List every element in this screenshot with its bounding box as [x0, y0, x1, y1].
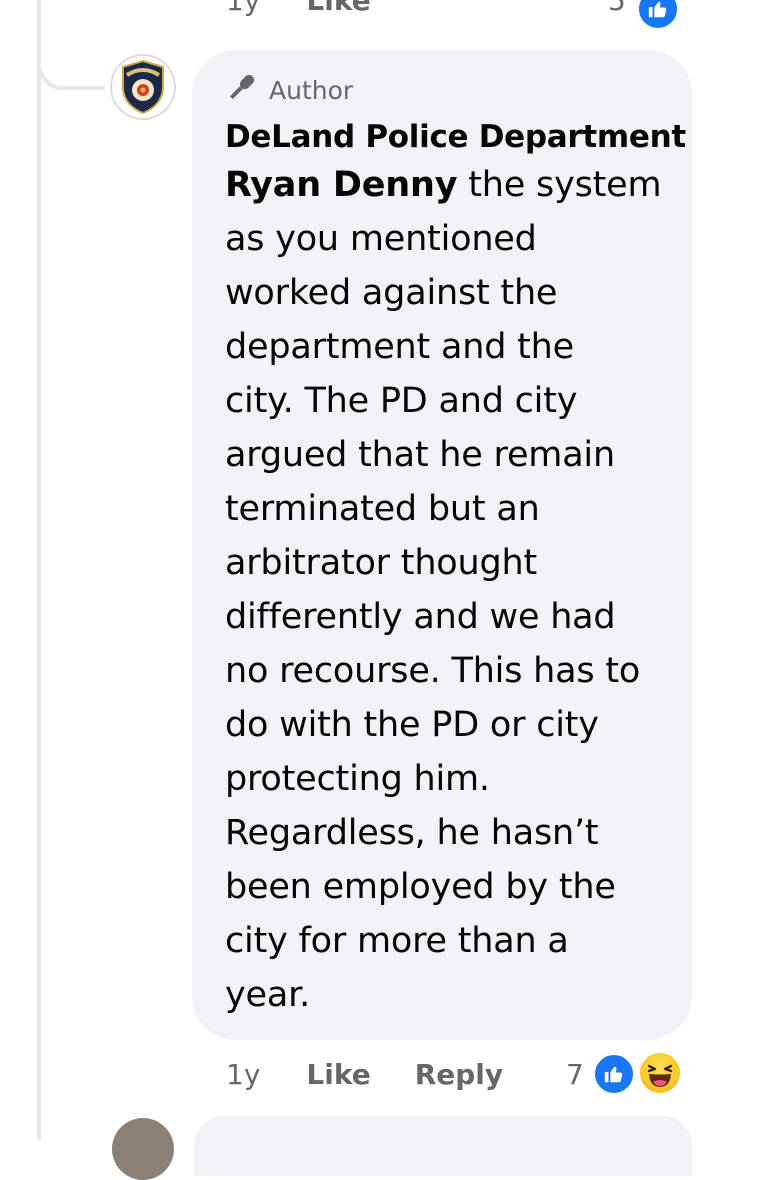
next-comment-avatar[interactable] [112, 1118, 174, 1180]
previous-comment-like-button[interactable]: Like [306, 0, 370, 17]
reply-button[interactable]: Reply [415, 1058, 503, 1091]
next-comment-bubble [194, 1116, 692, 1176]
author-badge: Author [225, 72, 664, 108]
previous-comment-timestamp[interactable]: 1y [226, 0, 260, 17]
thread-line [37, 0, 41, 1140]
author-badge-label: Author [269, 75, 354, 105]
comment-text: Ryan Denny the system as you mentioned w… [225, 158, 664, 1022]
like-icon [592, 1052, 636, 1096]
comment-bubble: Author DeLand Police Department Ryan Den… [192, 50, 692, 1040]
microphone-icon [225, 71, 259, 109]
comment-timestamp[interactable]: 1y [226, 1058, 260, 1091]
comment-author-name[interactable]: DeLand Police Department [225, 116, 686, 158]
previous-comment-reaction-count[interactable]: 5 [608, 0, 626, 17]
avatar[interactable] [110, 54, 176, 120]
comment-reaction-count[interactable]: 7 [566, 1058, 584, 1091]
thread-connector [37, 0, 105, 90]
police-badge-logo [122, 59, 164, 115]
mention-link[interactable]: Ryan Denny [225, 165, 458, 205]
previous-comment-actions: 1y Like [226, 0, 371, 17]
like-button[interactable]: Like [306, 1058, 370, 1091]
comment-body: the system as you mentioned worked again… [225, 165, 662, 1015]
like-icon [636, 0, 680, 31]
haha-icon [637, 1050, 683, 1096]
comment-actions: 1y Like Reply [226, 1058, 503, 1091]
